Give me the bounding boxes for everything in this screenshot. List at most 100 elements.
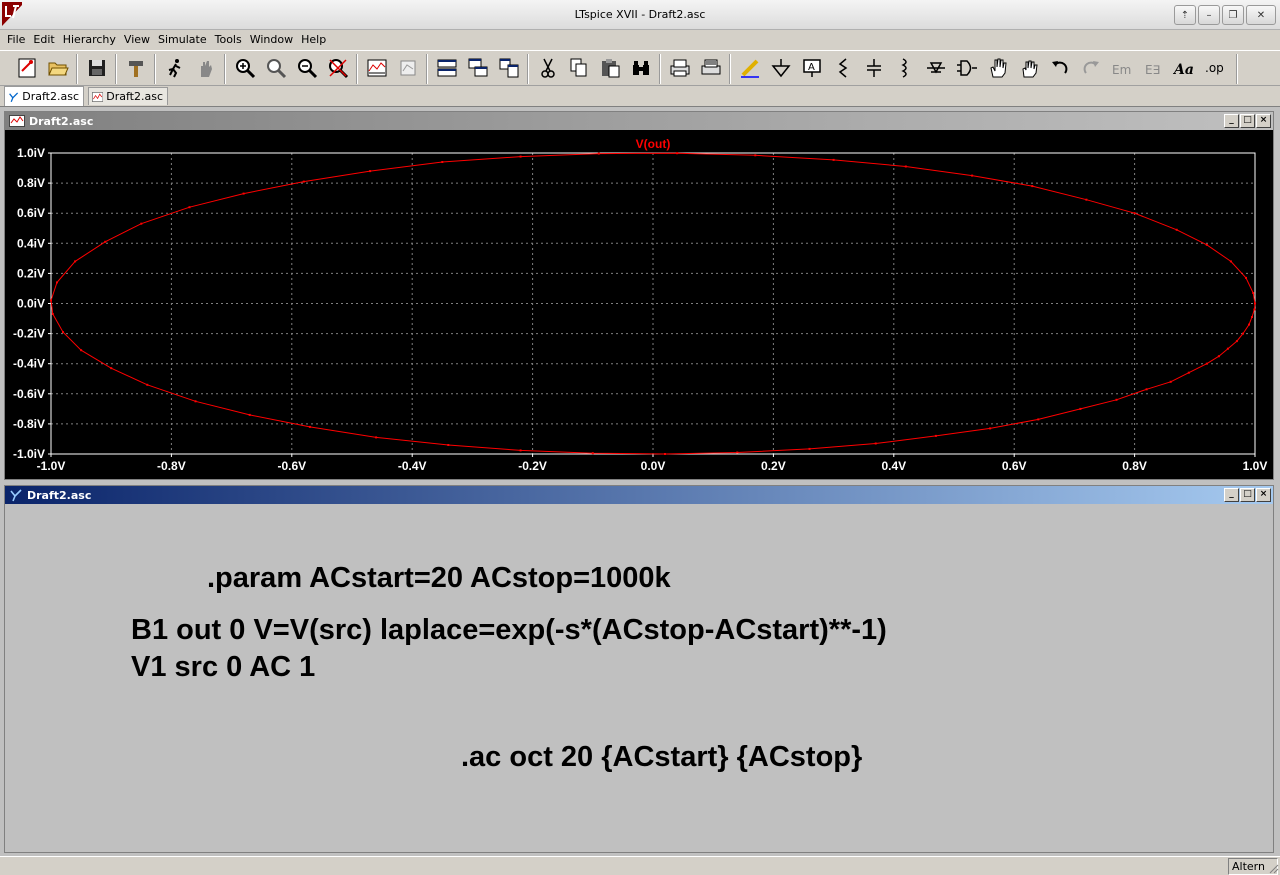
menu-help[interactable]: Help: [300, 31, 330, 49]
zoom-in-icon[interactable]: [232, 55, 258, 81]
menu-tools[interactable]: Tools: [214, 31, 246, 49]
trace-point: [1252, 292, 1255, 294]
drag-hand-icon[interactable]: [1016, 55, 1042, 81]
new-schematic-icon[interactable]: [14, 55, 40, 81]
mirror-icon[interactable]: E∃: [1140, 55, 1166, 81]
schematic-window-titlebar[interactable]: Draft2.asc: [5, 486, 1273, 504]
waveform-chart[interactable]: 1.0iV 0.8iV 0.6iV 0.4iV 0.2iV 0.0iV -0.2iV -0.4…: [5, 130, 1273, 479]
control-panel-hammer-icon[interactable]: [123, 55, 149, 81]
menu-hierarchy[interactable]: Hierarchy: [62, 31, 120, 49]
paste-icon[interactable]: [597, 55, 623, 81]
redo-icon[interactable]: [1078, 55, 1104, 81]
trace-point: [1205, 362, 1208, 365]
menu-file[interactable]: File: [6, 31, 29, 49]
diode-icon[interactable]: [923, 55, 949, 81]
inductor-icon[interactable]: [892, 55, 918, 81]
x-tick-label: 0.6V: [1002, 459, 1027, 473]
v1-source-line[interactable]: V1 src 0 AC 1: [131, 651, 315, 684]
x-tick-label: 0.2V: [761, 459, 786, 473]
find-binoculars-icon[interactable]: [628, 55, 654, 81]
draw-wire-icon[interactable]: [737, 55, 763, 81]
y-tick-labels: 1.0iV 0.8iV 0.6iV 0.4iV 0.2iV 0.0iV -0.2iV -0.4…: [13, 146, 51, 461]
param-directive[interactable]: .param ACstart=20 ACstop=1000k: [207, 562, 671, 595]
rotate-icon[interactable]: Em: [1109, 55, 1135, 81]
svg-text:A: A: [808, 62, 815, 73]
halt-simulation-icon[interactable]: [193, 55, 219, 81]
capacitor-icon[interactable]: [861, 55, 887, 81]
window-minimize-button[interactable]: –: [1198, 5, 1220, 25]
window-up-icon[interactable]: ⇡: [1174, 5, 1196, 25]
x-tick-label: 0.4V: [881, 459, 906, 473]
close-button[interactable]: ×: [1256, 114, 1271, 128]
trace-point: [194, 400, 197, 403]
trace-label-vout: V(out): [636, 137, 671, 151]
trace-point: [597, 152, 600, 155]
toolbar-separator: [729, 54, 731, 84]
y-tick-label: -0.4iV: [13, 357, 45, 371]
x-tick-label: -0.4V: [398, 459, 427, 473]
waveform-window-titlebar[interactable]: Draft2.asc: [5, 112, 1273, 130]
resistor-icon[interactable]: [830, 55, 856, 81]
trace-point: [80, 349, 83, 352]
menu-view[interactable]: View: [123, 31, 154, 49]
tile-vertical-icon[interactable]: [496, 55, 522, 81]
trace-point: [56, 281, 58, 284]
spice-directive-icon[interactable]: .op: [1202, 55, 1228, 81]
y-tick-label: 1.0iV: [17, 146, 45, 160]
schematic-icon: [10, 489, 22, 502]
save-icon[interactable]: [84, 55, 110, 81]
toolbar-separator: [115, 54, 117, 84]
trace-point: [1253, 308, 1256, 311]
cut-icon[interactable]: [535, 55, 561, 81]
waveform-plot[interactable]: 1.0iV 0.8iV 0.6iV 0.4iV 0.2iV 0.0iV -0.2iV -0.4…: [5, 130, 1273, 479]
tab-waveform[interactable]: Draft2.asc: [88, 87, 168, 105]
plot-settings-icon[interactable]: [395, 55, 421, 81]
cascade-windows-icon[interactable]: [465, 55, 491, 81]
schematic-canvas[interactable]: .param ACstart=20 ACstop=1000k B1 out 0 …: [5, 504, 1273, 852]
restore-button[interactable]: □: [1240, 488, 1255, 502]
trace-point: [1254, 302, 1256, 305]
minimize-button[interactable]: _: [1224, 114, 1239, 128]
waveform-icon: [92, 91, 104, 102]
zoom-out-icon[interactable]: [294, 55, 320, 81]
open-folder-icon[interactable]: [45, 55, 71, 81]
trace-point: [110, 367, 113, 370]
ac-directive[interactable]: .ac oct 20 {ACstart} {ACstop}: [461, 741, 862, 774]
zoom-fit-icon[interactable]: [325, 55, 351, 81]
y-tick-label: -0.8iV: [13, 417, 45, 431]
menu-simulate[interactable]: Simulate: [157, 31, 211, 49]
toolbar-separator: [426, 54, 428, 84]
component-icon[interactable]: [954, 55, 980, 81]
undo-icon[interactable]: [1047, 55, 1073, 81]
run-simulation-icon[interactable]: [162, 55, 188, 81]
resize-grip-icon[interactable]: [1267, 862, 1279, 874]
trace-point: [1031, 185, 1034, 188]
ground-icon[interactable]: [768, 55, 794, 81]
tile-horizontal-icon[interactable]: [434, 55, 460, 81]
menu-edit[interactable]: Edit: [32, 31, 58, 49]
y-tick-label: 0.8iV: [17, 176, 45, 190]
b1-source-line[interactable]: B1 out 0 V=V(src) laplace=exp(-s*(ACstop…: [131, 614, 887, 647]
print-icon[interactable]: [667, 55, 693, 81]
restore-button[interactable]: □: [1240, 114, 1255, 128]
text-icon[interactable]: Aa: [1171, 55, 1197, 81]
minimize-button[interactable]: _: [1224, 488, 1239, 502]
y-tick-label: -0.6iV: [13, 387, 45, 401]
print-setup-icon[interactable]: [698, 55, 724, 81]
pan-zoom-icon[interactable]: [263, 55, 289, 81]
copy-icon[interactable]: [566, 55, 592, 81]
window-title: LTspice XVII - Draft2.asc: [574, 8, 706, 21]
x-tick-label: 0.0V: [641, 459, 666, 473]
trace-point: [591, 452, 594, 455]
tab-schematic[interactable]: Draft2.asc: [4, 86, 84, 106]
autorange-plot-icon[interactable]: [364, 55, 390, 81]
trace-point: [1251, 316, 1253, 318]
trace-point: [248, 413, 251, 416]
menu-window[interactable]: Window: [249, 31, 297, 49]
close-button[interactable]: ×: [1256, 488, 1271, 502]
window-close-button[interactable]: ✕: [1246, 5, 1276, 25]
trace-point: [50, 299, 52, 302]
window-restore-button[interactable]: ❐: [1222, 5, 1244, 25]
label-net-icon[interactable]: A: [799, 55, 825, 81]
move-hand-icon[interactable]: [985, 55, 1011, 81]
